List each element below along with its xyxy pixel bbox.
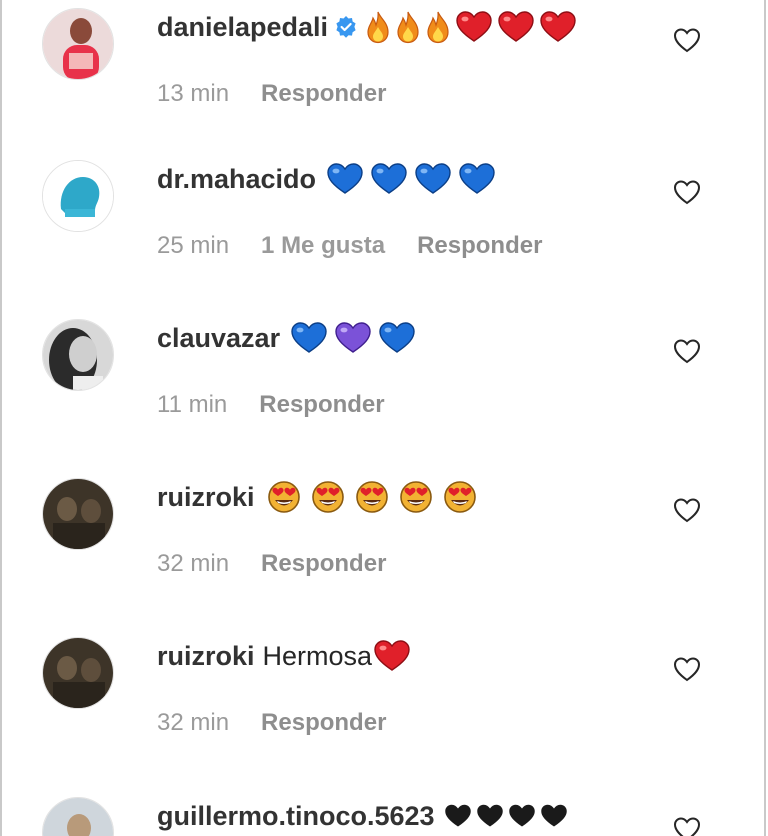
heart-outline-icon[interactable] bbox=[672, 26, 702, 54]
black-heart-icon bbox=[443, 802, 473, 830]
comment-text: Hermosa bbox=[263, 639, 415, 673]
comment-time[interactable]: 32 min bbox=[157, 550, 229, 578]
avatar[interactable] bbox=[42, 637, 114, 709]
comment-line: ruizroki bbox=[157, 480, 483, 514]
fire-icon bbox=[364, 10, 392, 44]
reply-button[interactable]: Responder bbox=[261, 550, 386, 578]
avatar[interactable] bbox=[42, 8, 114, 80]
red-heart-icon bbox=[372, 639, 412, 673]
heart-eyes-icon bbox=[263, 480, 305, 514]
avatar[interactable] bbox=[42, 319, 114, 391]
avatar[interactable] bbox=[42, 797, 114, 836]
comment-item: ruizroki 32 min Responder bbox=[2, 478, 768, 638]
heart-outline-icon[interactable] bbox=[672, 815, 702, 836]
blue-heart-icon bbox=[368, 162, 410, 196]
red-heart-icon bbox=[496, 10, 536, 44]
comment-text bbox=[288, 321, 420, 355]
heart-eyes-icon bbox=[351, 480, 393, 514]
black-heart-icon bbox=[507, 802, 537, 830]
comment-meta: 32 min Responder bbox=[157, 550, 386, 578]
comment-meta: 13 min Responder bbox=[157, 80, 386, 108]
comment-line: danielapedali bbox=[157, 10, 580, 44]
heart-outline-icon[interactable] bbox=[672, 337, 702, 365]
comment-item: ruizroki Hermosa 32 min Responder bbox=[2, 637, 768, 797]
username-link[interactable]: danielapedali bbox=[157, 10, 328, 44]
comment-meta: 32 min Responder bbox=[157, 709, 386, 737]
heart-outline-icon[interactable] bbox=[672, 178, 702, 206]
red-heart-icon bbox=[538, 10, 578, 44]
comment-time[interactable]: 13 min bbox=[157, 80, 229, 108]
avatar[interactable] bbox=[42, 478, 114, 550]
comment-item: dr.mahacido 25 min 1 Me gusta Responder bbox=[2, 160, 768, 320]
username-link[interactable]: clauvazar bbox=[157, 321, 280, 355]
comment-text-content: Hermosa bbox=[262, 641, 373, 671]
comment-meta: 11 min Responder bbox=[157, 391, 385, 419]
blue-heart-icon bbox=[376, 321, 418, 355]
blue-heart-icon bbox=[456, 162, 498, 196]
purple-heart-icon bbox=[332, 321, 374, 355]
comment-line: dr.mahacido bbox=[157, 162, 500, 196]
blue-heart-icon bbox=[412, 162, 454, 196]
fire-icon bbox=[424, 10, 452, 44]
comment-time[interactable]: 11 min bbox=[157, 391, 227, 419]
comment-item: clauvazar 11 min Responder bbox=[2, 319, 768, 479]
comment-line: clauvazar bbox=[157, 321, 420, 355]
comment-line: guillermo.tinoco.5623 bbox=[157, 799, 571, 833]
black-heart-icon bbox=[475, 802, 505, 830]
comment-text bbox=[364, 10, 580, 44]
comment-text bbox=[443, 802, 571, 830]
verified-badge-icon bbox=[334, 15, 358, 39]
comments-panel: danielapedali 13 min Responder dr.mahaci… bbox=[0, 0, 766, 836]
heart-eyes-icon bbox=[395, 480, 437, 514]
red-heart-icon bbox=[454, 10, 494, 44]
heart-eyes-icon bbox=[439, 480, 481, 514]
heart-outline-icon[interactable] bbox=[672, 655, 702, 683]
username-link[interactable]: dr.mahacido bbox=[157, 162, 316, 196]
comment-meta: 25 min 1 Me gusta Responder bbox=[157, 232, 542, 260]
comment-item: guillermo.tinoco.5623 bbox=[2, 797, 768, 836]
comment-text bbox=[263, 480, 483, 514]
username-link[interactable]: guillermo.tinoco.5623 bbox=[157, 799, 435, 833]
blue-heart-icon bbox=[288, 321, 330, 355]
reply-button[interactable]: Responder bbox=[261, 80, 386, 108]
reply-button[interactable]: Responder bbox=[259, 391, 384, 419]
username-link[interactable]: ruizroki bbox=[157, 639, 255, 673]
heart-outline-icon[interactable] bbox=[672, 496, 702, 524]
comment-text bbox=[324, 162, 500, 196]
avatar[interactable] bbox=[42, 160, 114, 232]
reply-button[interactable]: Responder bbox=[417, 232, 542, 260]
comment-line: ruizroki Hermosa bbox=[157, 639, 414, 673]
heart-eyes-icon bbox=[307, 480, 349, 514]
black-heart-icon bbox=[539, 802, 569, 830]
reply-button[interactable]: Responder bbox=[261, 709, 386, 737]
blue-heart-icon bbox=[324, 162, 366, 196]
comment-time[interactable]: 32 min bbox=[157, 709, 229, 737]
username-link[interactable]: ruizroki bbox=[157, 480, 255, 514]
comment-item: danielapedali 13 min Responder bbox=[2, 8, 768, 168]
likes-count[interactable]: 1 Me gusta bbox=[261, 232, 385, 260]
comment-time[interactable]: 25 min bbox=[157, 232, 229, 260]
fire-icon bbox=[394, 10, 422, 44]
